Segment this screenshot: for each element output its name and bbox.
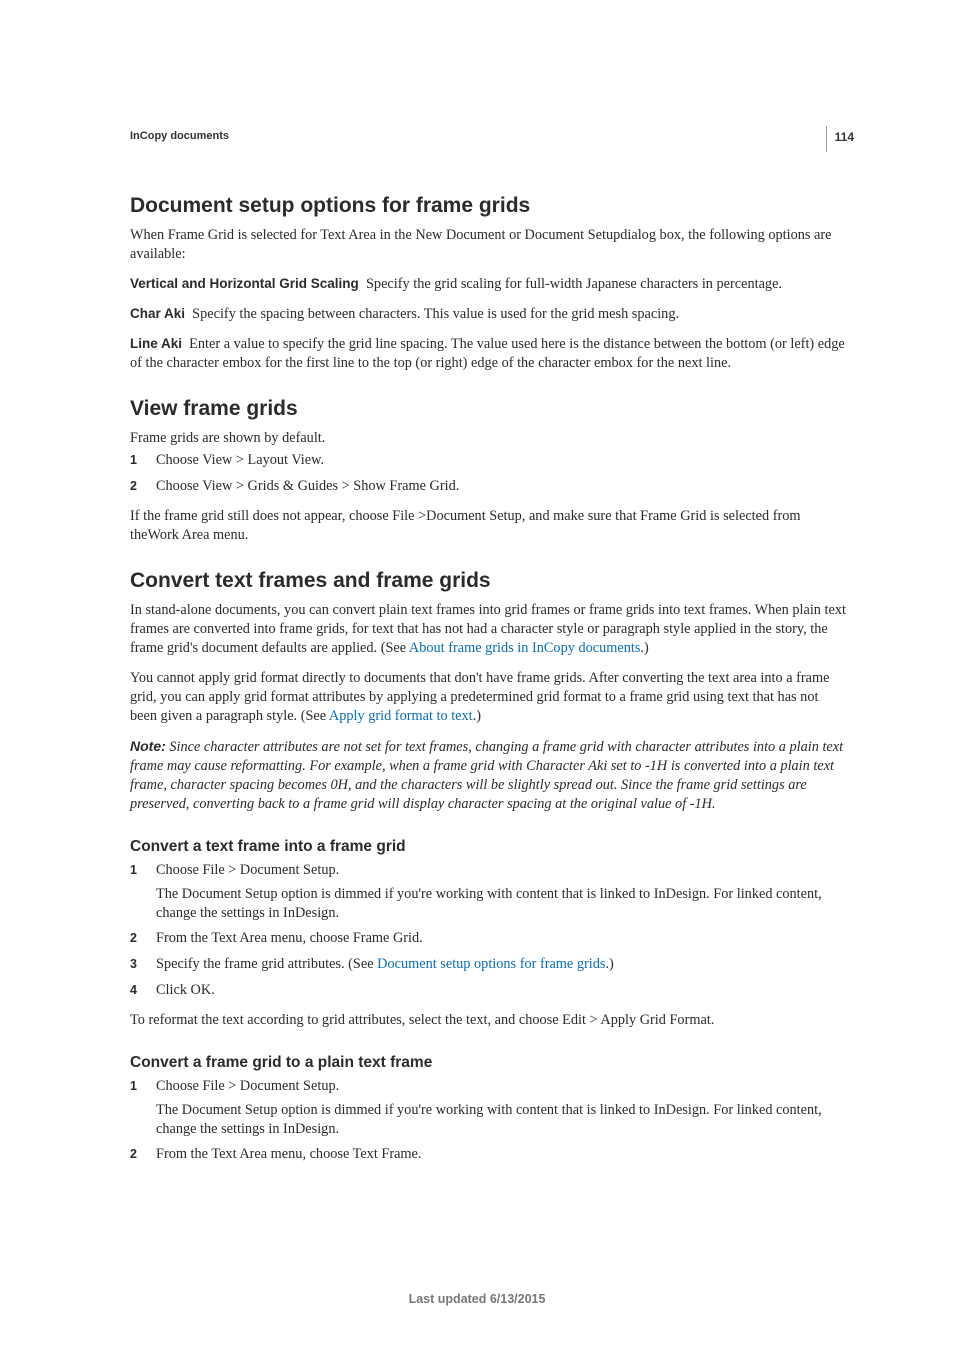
section-document-setup-options: Document setup options for frame grids W…	[130, 194, 846, 373]
page-number: 114	[826, 126, 854, 152]
link-about-frame-grids[interactable]: About frame grids in InCopy documents	[409, 640, 641, 656]
running-header: InCopy documents	[130, 130, 846, 142]
list-item: 2 Choose View > Grids & Guides > Show Fra…	[130, 477, 846, 497]
steps-list: 1 Choose View > Layout View. 2 Choose View…	[130, 451, 846, 496]
list-item: 2 From the Text Area menu, choose Text F…	[130, 1145, 846, 1165]
link-apply-grid-format[interactable]: Apply grid format to text	[329, 708, 473, 724]
body-text: If the frame grid still does not appear,…	[130, 507, 846, 545]
steps-list: 1 Choose File > Document Setup. The Docu…	[130, 1077, 846, 1164]
heading-view-frame-grids: View frame grids	[130, 397, 846, 421]
step-number: 2	[130, 930, 137, 947]
step-text: From the Text Area menu, choose Text Fra…	[156, 1146, 421, 1162]
definition-term: Vertical and Horizontal Grid Scaling	[130, 276, 359, 291]
list-item: 1 Choose File > Document Setup. The Docu…	[130, 861, 846, 923]
list-item: 2 From the Text Area menu, choose Frame …	[130, 929, 846, 949]
step-number: 4	[130, 982, 137, 999]
subheading-convert-to-plain-text-frame: Convert a frame grid to a plain text fra…	[130, 1054, 846, 1072]
link-document-setup-options[interactable]: Document setup options for frame grids	[377, 956, 605, 972]
list-item: 1 Choose View > Layout View.	[130, 451, 846, 471]
definition-item: Vertical and Horizontal Grid Scaling Spe…	[130, 275, 846, 294]
step-number: 1	[130, 452, 137, 469]
step-text: Choose File > Document Setup.	[156, 1078, 339, 1094]
step-number: 2	[130, 478, 137, 495]
step-number: 3	[130, 956, 137, 973]
step-subtext: The Document Setup option is dimmed if y…	[156, 1101, 846, 1139]
step-number: 2	[130, 1146, 137, 1163]
heading-convert-text-frames: Convert text frames and frame grids	[130, 569, 846, 593]
definition-desc: Specify the spacing between characters. …	[192, 306, 679, 322]
section-convert-text-frames: Convert text frames and frame grids In s…	[130, 569, 846, 1164]
step-text: From the Text Area menu, choose Frame Gr…	[156, 930, 423, 946]
step-subtext: The Document Setup option is dimmed if y…	[156, 885, 846, 923]
intro-text: When Frame Grid is selected for Text Are…	[130, 226, 846, 264]
step-text: Choose File > Document Setup.	[156, 862, 339, 878]
intro-text: Frame grids are shown by default.	[130, 429, 846, 448]
step-text: Choose View > Grids & Guides > Show Fram…	[156, 478, 459, 494]
page-footer: Last updated 6/13/2015	[0, 1292, 954, 1306]
definition-item: Char Aki Specify the spacing between cha…	[130, 305, 846, 324]
step-number: 1	[130, 1078, 137, 1095]
list-item: 4 Click OK.	[130, 981, 846, 1001]
step-text: Choose View > Layout View.	[156, 452, 324, 468]
body-text: To reformat the text according to grid a…	[130, 1011, 846, 1030]
note-label: Note:	[130, 738, 166, 754]
definition-desc: Enter a value to specify the grid line s…	[130, 336, 845, 371]
list-item: 3 Specify the frame grid attributes. (Se…	[130, 955, 846, 975]
heading-document-setup-options: Document setup options for frame grids	[130, 194, 846, 218]
note-body: Since character attributes are not set f…	[130, 739, 843, 812]
body-text: You cannot apply grid format directly to…	[130, 669, 846, 726]
document-page: 114 InCopy documents Document setup opti…	[0, 0, 954, 1350]
step-text: Click OK.	[156, 982, 215, 998]
subheading-convert-to-frame-grid: Convert a text frame into a frame grid	[130, 838, 846, 856]
body-text: In stand-alone documents, you can conver…	[130, 601, 846, 658]
definition-term: Line Aki	[130, 336, 182, 351]
step-number: 1	[130, 862, 137, 879]
definition-term: Char Aki	[130, 306, 185, 321]
list-item: 1 Choose File > Document Setup. The Docu…	[130, 1077, 846, 1139]
steps-list: 1 Choose File > Document Setup. The Docu…	[130, 861, 846, 1000]
section-view-frame-grids: View frame grids Frame grids are shown b…	[130, 397, 846, 545]
note-text: Note: Since character attributes are not…	[130, 737, 846, 814]
definition-item: Line Aki Enter a value to specify the gr…	[130, 335, 846, 373]
step-text: Specify the frame grid attributes. (See …	[156, 956, 614, 972]
definition-desc: Specify the grid scaling for full-width …	[366, 276, 782, 292]
